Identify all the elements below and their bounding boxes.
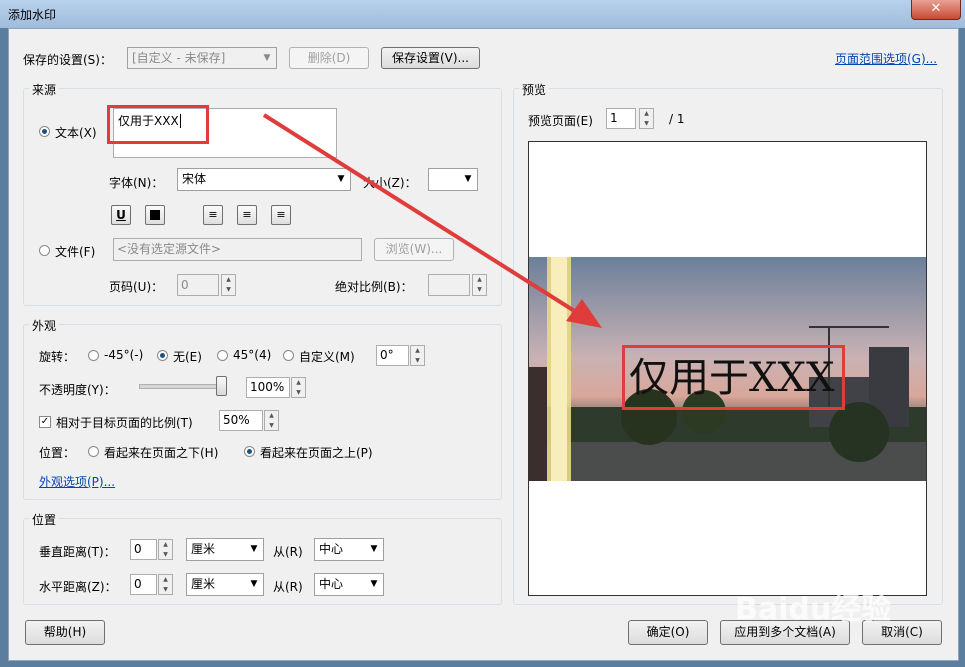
baidu-watermark: Baidu经验 xyxy=(735,592,892,627)
help-button[interactable]: 帮助(H) xyxy=(25,620,105,645)
ok-button[interactable]: 确定(O) xyxy=(628,620,708,645)
close-button[interactable]: ✕ xyxy=(911,0,961,20)
window-title: 添加水印 xyxy=(8,8,57,22)
dialog-window: 添加水印 ✕ 保存的设置(S)： [自定义 - 未保存] ▼ 删除(D) 保存设… xyxy=(0,0,965,667)
title-bar[interactable]: 添加水印 ✕ xyxy=(0,0,965,28)
annotation-arrow xyxy=(262,113,602,328)
dialog-client: 保存的设置(S)： [自定义 - 未保存] ▼ 删除(D) 保存设置(V)...… xyxy=(8,28,959,661)
